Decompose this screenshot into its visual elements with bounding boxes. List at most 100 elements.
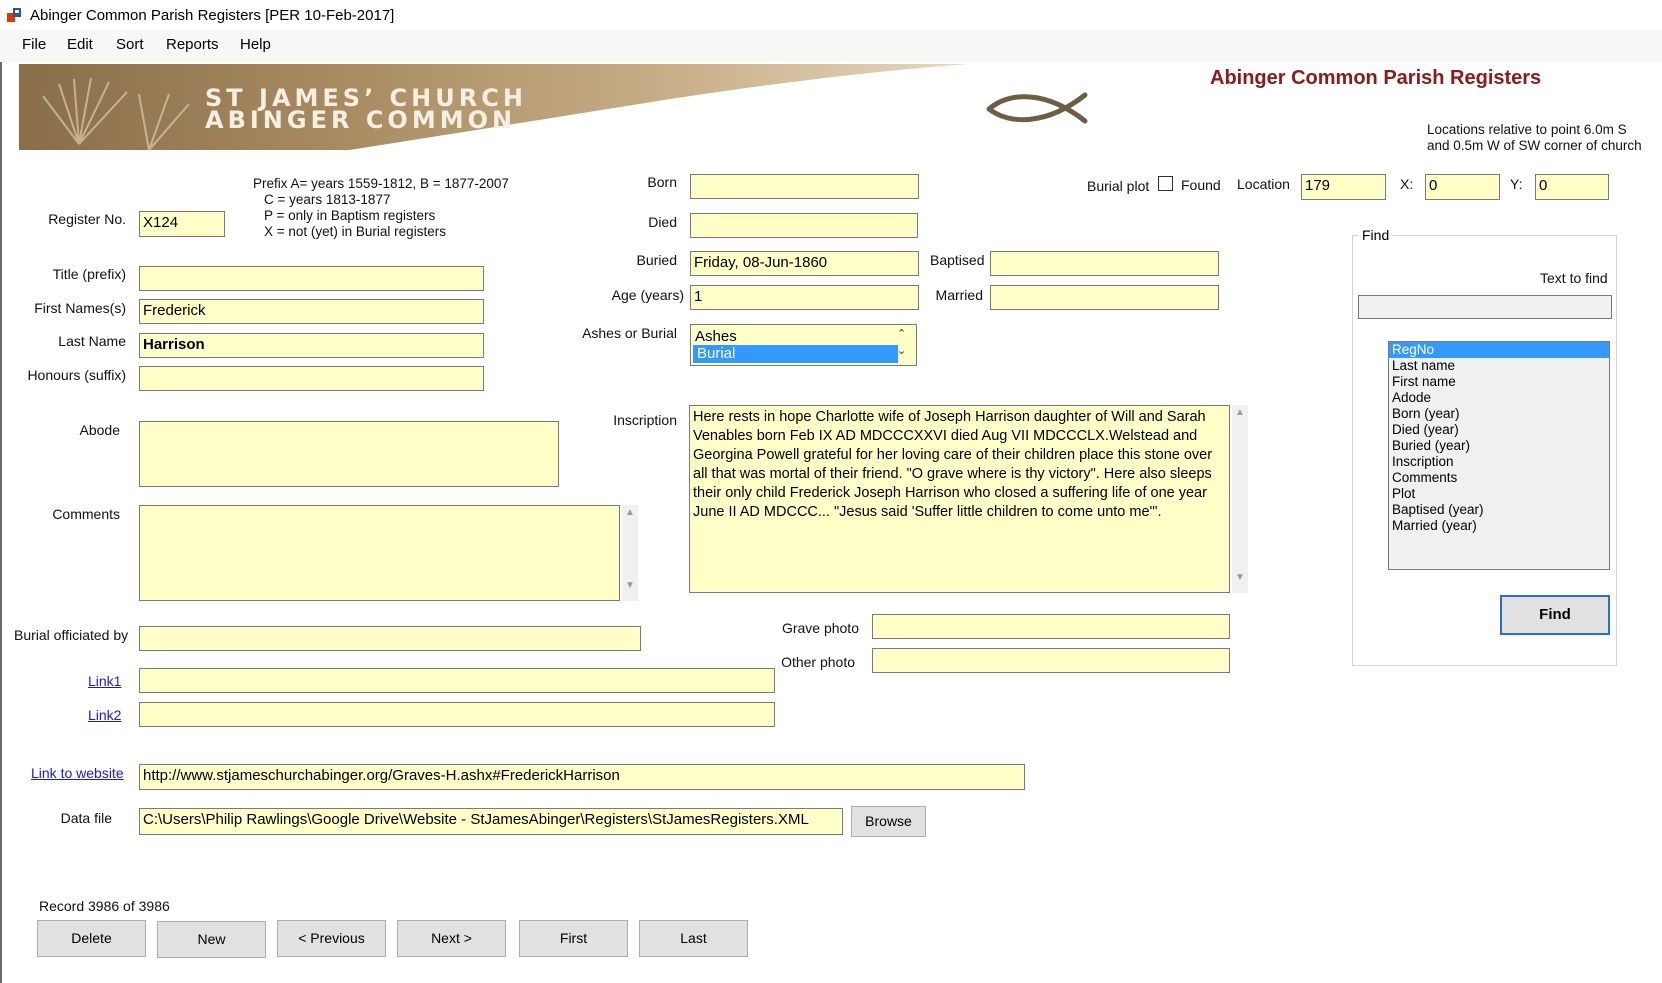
found-label: Found <box>1181 177 1221 193</box>
abode-label: Abode <box>79 422 120 438</box>
died-label: Died <box>648 214 677 230</box>
location-note-line-2: and 0.5m W of SW corner of church <box>1427 138 1642 153</box>
link2-link[interactable]: Link2 <box>88 707 121 723</box>
other-photo-label: Other photo <box>781 654 855 670</box>
find-button[interactable]: Find <box>1500 595 1610 635</box>
first-names-field[interactable]: Frederick <box>139 299 484 324</box>
find-field-item[interactable]: Married (year) <box>1389 518 1609 534</box>
link1-link[interactable]: Link1 <box>88 673 121 689</box>
app-heading: Abinger Common Parish Registers <box>1210 67 1542 89</box>
baptised-label: Baptised <box>930 252 985 268</box>
menu-help[interactable]: Help <box>240 36 271 53</box>
burial-option[interactable]: Burial <box>693 345 898 363</box>
data-file-field[interactable]: C:\Users\Philip Rawlings\Google Drive\We… <box>139 808 843 835</box>
honours-field[interactable] <box>139 366 484 391</box>
next-button[interactable]: Next > <box>397 920 506 957</box>
married-label: Married <box>935 287 983 303</box>
window-border <box>0 62 2 983</box>
inscription-label: Inscription <box>613 412 677 428</box>
scroll-down-icon[interactable]: ▼ <box>622 580 638 591</box>
y-field[interactable]: 0 <box>1535 174 1609 200</box>
record-status: Record 3986 of 3986 <box>39 898 170 914</box>
married-field[interactable] <box>990 285 1219 310</box>
prefix-note-line-2: C = years 1813-1877 <box>264 192 391 207</box>
abode-field[interactable] <box>139 421 559 487</box>
menu-edit[interactable]: Edit <box>67 36 93 53</box>
find-field-item[interactable]: RegNo <box>1389 342 1609 358</box>
data-file-label: Data file <box>60 810 112 826</box>
browse-button[interactable]: Browse <box>851 806 926 837</box>
prefix-note-line-1: Prefix A= years 1559-1812, B = 1877-2007 <box>253 176 509 191</box>
delete-button[interactable]: Delete <box>37 920 146 957</box>
location-label: Location <box>1237 176 1290 192</box>
find-field-item[interactable]: Comments <box>1389 470 1609 486</box>
prefix-note-line-4: X = not (yet) in Burial registers <box>264 224 446 239</box>
y-label: Y: <box>1510 176 1523 192</box>
other-photo-field[interactable] <box>872 648 1230 673</box>
register-no-label: Register No. <box>48 211 126 227</box>
ashes-or-burial-label: Ashes or Burial <box>582 325 677 341</box>
menu-reports[interactable]: Reports <box>166 36 219 53</box>
baptised-field[interactable] <box>990 251 1219 276</box>
register-no-field[interactable]: X124 <box>139 211 225 237</box>
inscription-field[interactable]: Here rests in hope Charlotte wife of Jos… <box>689 405 1230 593</box>
find-field-item[interactable]: Last name <box>1389 358 1609 374</box>
found-checkbox[interactable] <box>1158 176 1173 191</box>
location-note-line-1: Locations relative to point 6.0m S <box>1427 122 1627 137</box>
scroll-up-icon[interactable]: ▲ <box>1232 407 1248 418</box>
find-field-item[interactable]: Inscription <box>1389 454 1609 470</box>
find-field-listbox[interactable]: RegNo Last name First name Adode Born (y… <box>1388 341 1610 570</box>
comments-field[interactable] <box>139 505 620 601</box>
died-field[interactable] <box>690 213 918 238</box>
burial-officiated-field[interactable] <box>139 626 641 651</box>
find-field-item[interactable]: Adode <box>1389 390 1609 406</box>
age-field[interactable]: 1 <box>690 285 919 310</box>
find-field-item[interactable]: Buried (year) <box>1389 438 1609 454</box>
last-name-field[interactable]: Harrison <box>139 333 484 358</box>
title-field[interactable] <box>139 266 484 291</box>
first-button[interactable]: First <box>519 920 628 957</box>
title-label: Title (prefix) <box>52 266 126 282</box>
link2-field[interactable] <box>139 702 775 727</box>
find-legend: Find <box>1358 227 1394 243</box>
menu-sort[interactable]: Sort <box>116 36 144 53</box>
last-name-label: Last Name <box>58 333 126 349</box>
window-title: Abinger Common Parish Registers [PER 10-… <box>30 7 395 24</box>
find-field-item[interactable]: Died (year) <box>1389 422 1609 438</box>
grave-photo-label: Grave photo <box>781 620 859 636</box>
last-button[interactable]: Last <box>639 920 748 957</box>
menu-file[interactable]: File <box>22 36 46 53</box>
scroll-up-icon[interactable]: ▲ <box>622 507 638 518</box>
website-field[interactable]: http://www.stjameschurchabinger.org/Grav… <box>139 764 1025 790</box>
grave-photo-field[interactable] <box>872 614 1230 639</box>
inscription-scrollbar[interactable]: ▲ ▼ <box>1232 405 1248 593</box>
ashes-option[interactable]: Ashes <box>691 325 916 345</box>
text-to-find-label: Text to find <box>1540 270 1608 286</box>
buried-field[interactable]: Friday, 08-Jun-1860 <box>690 251 919 276</box>
app-icon <box>7 8 21 22</box>
scroll-down-icon[interactable]: ▼ <box>1232 572 1248 583</box>
born-field[interactable] <box>690 174 919 199</box>
find-field-item[interactable]: Born (year) <box>1389 406 1609 422</box>
buried-label: Buried <box>636 252 677 268</box>
listbox-up-icon[interactable]: ⌃ <box>897 327 906 340</box>
previous-button[interactable]: < Previous <box>277 920 386 957</box>
first-names-label: First Names(s) <box>34 300 126 316</box>
text-to-find-input[interactable] <box>1358 295 1612 319</box>
link1-field[interactable] <box>139 668 775 693</box>
location-field[interactable]: 179 <box>1301 174 1386 200</box>
find-field-item[interactable]: First name <box>1389 374 1609 390</box>
ichthys-fish-icon <box>986 92 1088 124</box>
comments-scrollbar[interactable]: ▲ ▼ <box>622 505 638 601</box>
find-field-item[interactable]: Plot <box>1389 486 1609 502</box>
x-label: X: <box>1400 176 1414 192</box>
prefix-note-line-3: P = only in Baptism registers <box>264 208 436 223</box>
born-label: Born <box>647 174 677 190</box>
find-field-item[interactable]: Baptised (year) <box>1389 502 1609 518</box>
website-link[interactable]: Link to website <box>31 765 124 781</box>
ashes-burial-listbox[interactable]: Ashes Burial <box>690 324 917 366</box>
x-field[interactable]: 0 <box>1425 174 1500 200</box>
new-button[interactable]: New <box>157 921 266 958</box>
burial-plot-label: Burial plot <box>1087 178 1150 194</box>
listbox-down-icon[interactable]: ⌄ <box>897 344 906 357</box>
